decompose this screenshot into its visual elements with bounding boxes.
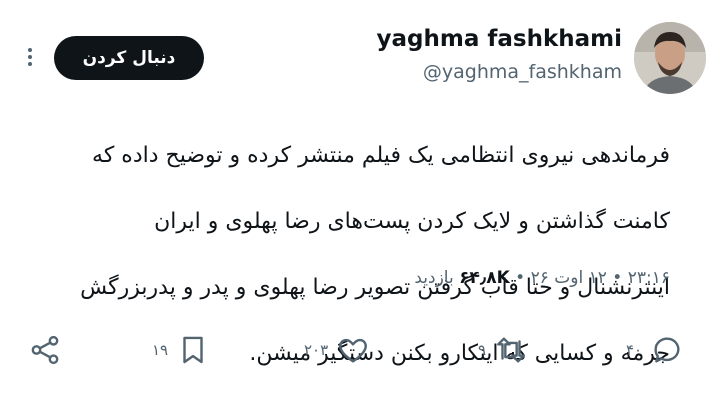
views-label: بازدید bbox=[414, 268, 454, 288]
reply-count: ۴۰ bbox=[626, 341, 643, 359]
follow-button[interactable]: دنبال کردن bbox=[54, 36, 204, 80]
tweet-text-line: کامنت گذاشتن و لایک کردن پست‌های رضا پهل… bbox=[154, 209, 670, 234]
avatar-image bbox=[634, 22, 706, 94]
tweet-text-line: فرماندهی نیروی انتظامی یک فیلم منتشر کرد… bbox=[92, 143, 670, 168]
retweet-count: ۹ bbox=[478, 341, 487, 359]
meta-separator: • bbox=[612, 268, 623, 288]
author-display-name[interactable]: yaghma fashkhami bbox=[377, 24, 622, 54]
reply-icon bbox=[654, 337, 680, 363]
avatar[interactable] bbox=[634, 22, 706, 94]
like-icon bbox=[339, 338, 368, 363]
like-button[interactable]: ۲۰۳ bbox=[304, 332, 370, 368]
author-names: yaghma fashkhami @yaghma_fashkham bbox=[377, 24, 622, 86]
author-handle[interactable]: @yaghma_fashkham bbox=[377, 58, 622, 86]
tweet-header: yaghma fashkhami @yaghma_fashkham دنبال … bbox=[0, 18, 720, 98]
tweet-time[interactable]: ۲۳:۱۶ bbox=[628, 268, 670, 288]
action-bar: ۴۰ ۹ ۲۰۳ ۱۹ bbox=[0, 322, 720, 382]
views-count: ۶۴٫۸K bbox=[459, 268, 510, 288]
more-icon[interactable] bbox=[24, 48, 36, 70]
like-count: ۲۰۳ bbox=[304, 341, 329, 359]
bookmark-button[interactable]: ۱۹ bbox=[152, 332, 210, 368]
tweet-meta: ۲۳:۱۶ • ۱۲ اوت ۲۶ • ۶۴٫۸K بازدید bbox=[414, 268, 670, 288]
tweet-date[interactable]: ۱۲ اوت ۲۶ bbox=[531, 268, 607, 288]
reply-button[interactable]: ۴۰ bbox=[626, 332, 684, 368]
retweet-button[interactable]: ۹ bbox=[478, 332, 528, 368]
share-icon bbox=[31, 335, 59, 365]
share-button[interactable] bbox=[28, 332, 62, 368]
bookmark-icon bbox=[183, 336, 203, 364]
retweet-icon bbox=[497, 337, 526, 363]
meta-separator: • bbox=[515, 268, 526, 288]
bookmark-count: ۱۹ bbox=[152, 341, 169, 359]
